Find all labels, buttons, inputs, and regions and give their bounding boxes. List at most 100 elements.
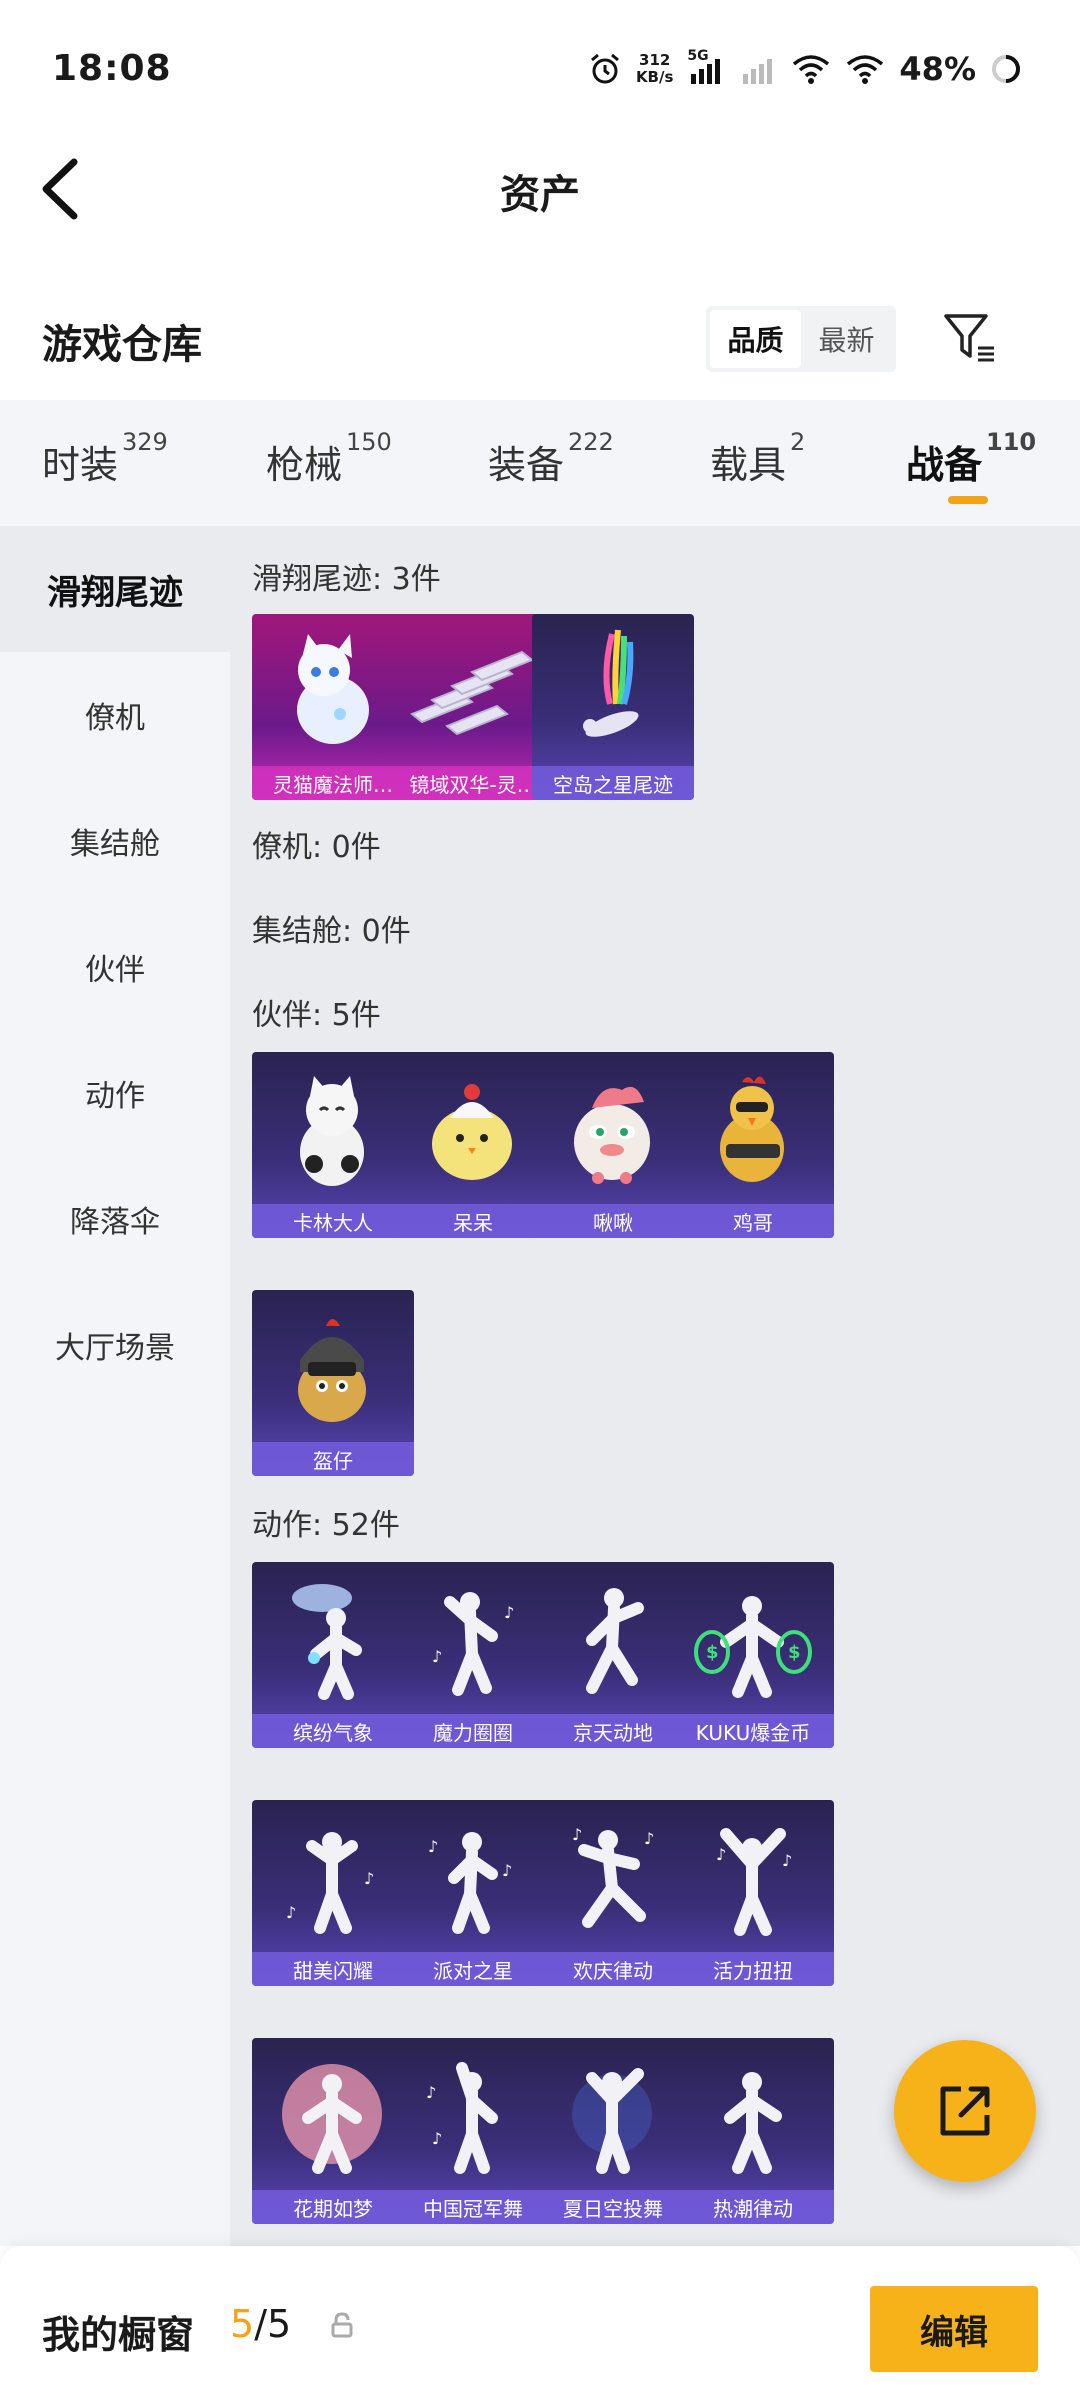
sky-star-trail-icon — [583, 629, 639, 737]
item-card[interactable]: 缤纷气象 — [252, 1562, 414, 1748]
dance-pose-icon: ♪♪ — [286, 1832, 374, 1934]
item-card-label: 热潮律动 — [672, 2190, 834, 2224]
tab-combat-gear[interactable]: 战备110 — [906, 428, 1036, 504]
battery-ring-icon — [992, 55, 1020, 83]
flower-dance-icon — [282, 2064, 382, 2174]
item-card[interactable]: 京天动地 — [532, 1562, 694, 1748]
warehouse-title: 游戏仓库 — [42, 322, 202, 368]
active-tab-indicator — [948, 496, 988, 504]
dance-pose-icon: ♪♪ — [572, 1825, 654, 1928]
svg-text:♪: ♪ — [286, 1903, 296, 1922]
pink-bird-icon — [574, 1086, 650, 1184]
battery-percent: 48% — [899, 50, 976, 88]
dance-pose-icon — [572, 2068, 652, 2174]
white-cat-icon — [300, 1076, 364, 1186]
external-link-icon — [940, 2086, 990, 2136]
item-card-label: 啾啾 — [532, 1204, 694, 1238]
item-card[interactable]: 热潮律动 — [672, 2038, 834, 2224]
category-tabs: 时装329 枪械150 装备222 载具2 战备110 — [0, 400, 1080, 526]
section-label-partner: 伙伴: 5件 — [252, 998, 381, 1033]
item-card[interactable]: 花期如梦 — [252, 2038, 414, 2224]
item-card-label: 鸡哥 — [672, 1204, 834, 1238]
item-card[interactable]: 呆呆 — [392, 1052, 554, 1238]
item-card-label: 甜美闪耀 — [252, 1952, 414, 1986]
item-card[interactable]: ♪ ♪ 派对之星 — [392, 1800, 554, 1986]
sidebar-item-wingman[interactable]: 僚机 — [0, 652, 230, 778]
item-card[interactable]: 啾啾 — [532, 1052, 694, 1238]
filter-icon[interactable] — [940, 308, 1000, 368]
item-card[interactable]: ♪ ♪ 欢庆律动 — [532, 1800, 694, 1986]
dance-pose-icon: ♪♪ — [432, 1592, 514, 1696]
cat-mage-icon — [297, 634, 369, 744]
tab-guns[interactable]: 枪械150 — [266, 428, 392, 489]
svg-text:♪: ♪ — [432, 2129, 442, 2148]
tab-equipment[interactable]: 装备222 — [488, 428, 614, 489]
status-time: 18:08 — [52, 48, 172, 89]
tab-vehicles[interactable]: 载具2 — [710, 428, 805, 489]
item-card-label: 中国冠军舞 — [392, 2190, 554, 2224]
item-card[interactable]: 鸡哥 — [672, 1052, 834, 1238]
share-fab-button[interactable] — [894, 2040, 1036, 2182]
svg-text:♪: ♪ — [426, 2083, 436, 2102]
svg-text:♪: ♪ — [644, 1829, 654, 1848]
section-label-wingman: 僚机: 0件 — [252, 830, 381, 865]
item-card[interactable]: ♪ ♪ 甜美闪耀 — [252, 1800, 414, 1986]
sidebar: 滑翔尾迹 僚机 集结舱 伙伴 动作 降落伞 大厅场景 — [0, 526, 230, 2246]
section-label-emote: 动作: 52件 — [252, 1508, 400, 1543]
item-card-label: 花期如梦 — [252, 2190, 414, 2224]
sidebar-item-pod[interactable]: 集结舱 — [0, 778, 230, 904]
sidebar-item-emote[interactable]: 动作 — [0, 1030, 230, 1156]
sidebar-item-glide-trail[interactable]: 滑翔尾迹 — [0, 526, 230, 652]
item-card-label: 卡林大人 — [252, 1204, 414, 1238]
net-speed: 312 KB/s — [635, 51, 674, 86]
wifi-icon-2 — [847, 55, 884, 84]
svg-text:♪: ♪ — [782, 1851, 792, 1870]
edit-button[interactable]: 编辑 — [870, 2286, 1038, 2372]
dance-pose-icon: ♪♪ — [426, 2062, 498, 2174]
chick-icon — [432, 1084, 512, 1180]
item-card-label: 空岛之星尾迹 — [532, 766, 694, 800]
cellular-weak-icon — [743, 59, 773, 84]
dance-pose-icon: ♪♪ — [716, 1828, 792, 1936]
cellular-icon: 5G — [687, 48, 727, 86]
item-card-label: 欢庆律动 — [532, 1952, 694, 1986]
item-card-label: 呆呆 — [392, 1204, 554, 1238]
sort-quality-button[interactable]: 品质 — [710, 310, 801, 368]
item-card[interactable]: 卡林大人 — [252, 1052, 414, 1238]
dance-pose-icon — [724, 2072, 782, 2174]
item-card-label: 魔力圈圈 — [392, 1714, 554, 1748]
item-grid: 滑翔尾迹: 3件 灵猫魔法师… 镜域双华-灵… 空岛之星尾迹 僚机: 0件 集结… — [230, 526, 1080, 2246]
sidebar-item-lobby-scene[interactable]: 大厅场景 — [0, 1282, 230, 1408]
svg-text:♪: ♪ — [502, 1861, 512, 1880]
sidebar-item-parachute[interactable]: 降落伞 — [0, 1156, 230, 1282]
tab-fashion[interactable]: 时装329 — [42, 428, 168, 489]
status-icons: 312 KB/s 5G 48% — [588, 44, 1022, 94]
crystal-trail-icon — [410, 650, 534, 736]
section-label-pod: 集结舱: 0件 — [252, 914, 411, 949]
sidebar-item-partner[interactable]: 伙伴 — [0, 904, 230, 1030]
money-bag-dance-icon: $ $ — [694, 1596, 812, 1698]
item-card-label: 夏日空投舞 — [532, 2190, 694, 2224]
svg-text:$: $ — [788, 1642, 801, 1663]
item-card-label: 灵猫魔法师… — [252, 766, 414, 800]
svg-text:♪: ♪ — [428, 1837, 438, 1856]
item-card[interactable]: 镜域双华-灵… — [392, 614, 554, 800]
svg-text:$: $ — [706, 1642, 719, 1663]
sort-newest-button[interactable]: 最新 — [801, 310, 892, 368]
sort-toggle: 品质 最新 — [706, 306, 896, 372]
item-card[interactable]: 夏日空投舞 — [532, 2038, 694, 2224]
wifi-icon — [793, 55, 830, 84]
showcase-count: 5/5 — [230, 2302, 292, 2346]
page-title: 资产 — [500, 172, 580, 218]
item-card[interactable]: $ $ KUKU爆金币 — [672, 1562, 834, 1748]
item-card[interactable]: ♪ ♪ 中国冠军舞 — [392, 2038, 554, 2224]
item-card-label: KUKU爆金币 — [672, 1714, 834, 1748]
svg-text:♪: ♪ — [432, 1647, 442, 1666]
item-card[interactable]: ♪ ♪ 活力扭扭 — [672, 1800, 834, 1986]
warehouse-row: 游戏仓库 品质 最新 — [0, 290, 1080, 400]
item-card[interactable]: 盔仔 — [252, 1290, 414, 1476]
item-card[interactable]: 灵猫魔法师… — [252, 614, 414, 800]
item-card[interactable]: ♪ ♪ 魔力圈圈 — [392, 1562, 554, 1748]
item-card[interactable]: 空岛之星尾迹 — [532, 614, 694, 800]
alarm-icon — [590, 53, 619, 84]
